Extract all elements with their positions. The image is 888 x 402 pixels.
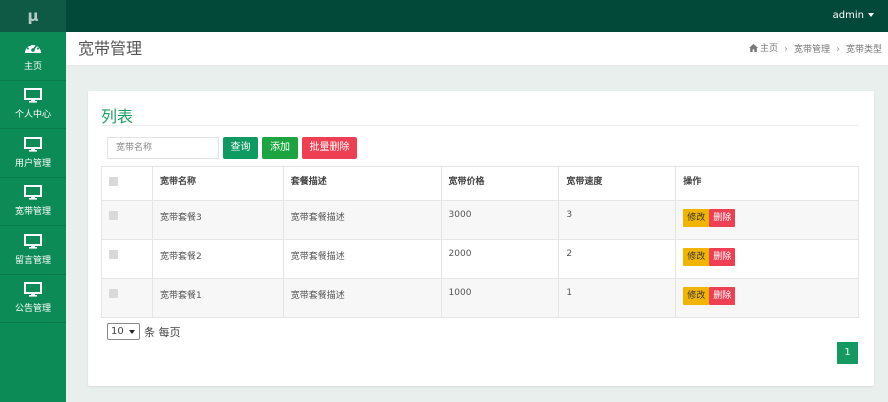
- sidebar-item-label: 个人中心: [14, 110, 51, 121]
- table-cell: [101, 200, 153, 240]
- panel-title: 列表: [101, 107, 134, 126]
- table-cell: 宽带套餐描述: [282, 200, 442, 240]
- sidebar-item-label: 宽带管理: [14, 207, 51, 218]
- breadcrumb-separator-icon: ›: [783, 43, 788, 55]
- row-checkbox[interactable]: [109, 211, 118, 220]
- table-cell: 宽带套餐描述: [282, 278, 442, 318]
- monitor-icon: [24, 88, 42, 103]
- sidebar-item-messages[interactable]: 留言管理: [0, 226, 66, 275]
- dashboard-icon: [24, 40, 42, 55]
- page-size-select[interactable]: 10: [107, 323, 140, 340]
- monitor-icon: [24, 282, 42, 297]
- app-logo: μ: [0, 0, 66, 32]
- table-row: 宽带套餐1 宽带套餐描述 1000 1 修改 删除: [101, 278, 859, 318]
- table-cell: 1: [558, 278, 677, 318]
- header-cell: 操作: [675, 166, 859, 201]
- delete-button[interactable]: 删除: [709, 209, 736, 227]
- breadcrumb-item[interactable]: 宽带管理: [794, 33, 830, 67]
- table-row: 宽带套餐3 宽带套餐描述 3000 3 修改 删除: [101, 200, 859, 240]
- divider: [101, 125, 859, 126]
- table-cell: 宽带套餐1: [151, 278, 284, 318]
- select-all-checkbox[interactable]: [109, 177, 118, 186]
- table-cell: 修改 删除: [675, 200, 859, 240]
- breadcrumb: 主页 › 宽带管理 › 宽带类型: [748, 32, 882, 67]
- delete-button[interactable]: 删除: [709, 248, 736, 266]
- data-table: 宽带名称 套餐描述 宽带价格 宽带速度 操作 宽带套餐3 宽带套餐描述 3000…: [101, 166, 859, 318]
- monitor-icon: [24, 233, 42, 249]
- edit-button[interactable]: 修改: [683, 248, 710, 266]
- breadcrumb-item: 宽带类型: [845, 44, 882, 55]
- home-icon: [748, 33, 758, 67]
- table-cell: [101, 278, 153, 318]
- monitor-icon: [24, 136, 42, 152]
- table-row: 宽带套餐2 宽带套餐描述 2000 2 修改 删除: [101, 239, 859, 279]
- header-cell: 宽带名称: [151, 166, 284, 201]
- sidebar-item-label: 用户管理: [14, 158, 51, 169]
- list-panel: 列表 宽带名称 查询 添加 批量删除 宽带名称 套餐描述 宽带价格 宽带速度 操…: [88, 91, 874, 386]
- table-header: 宽带名称 套餐描述 宽带价格 宽带速度 操作: [101, 166, 859, 201]
- edit-button[interactable]: 修改: [683, 287, 710, 305]
- row-checkbox[interactable]: [109, 250, 118, 259]
- sidebar: 主页 个人中心 用户管理 宽带管理 留言管理 公告管理: [0, 32, 66, 402]
- caret-down-icon: [868, 13, 874, 17]
- breadcrumb-home[interactable]: 主页: [748, 32, 778, 67]
- table-cell: 3: [558, 200, 677, 240]
- table-cell: 宽带套餐2: [151, 239, 284, 279]
- edit-button[interactable]: 修改: [683, 209, 710, 227]
- table-cell: 2000: [440, 239, 560, 279]
- header-cell: [101, 166, 153, 201]
- table-cell: [101, 239, 153, 279]
- sidebar-item-label: 公告管理: [14, 304, 51, 315]
- top-bar: μ admin: [0, 0, 888, 32]
- search-input[interactable]: 宽带名称: [107, 137, 219, 159]
- sidebar-item-broadband[interactable]: 宽带管理: [0, 178, 66, 226]
- header-cell: 套餐描述: [282, 166, 442, 201]
- row-checkbox[interactable]: [109, 289, 118, 298]
- table-cell: 3000: [440, 200, 560, 240]
- sidebar-item-label: 留言管理: [14, 255, 51, 266]
- sidebar-item-profile[interactable]: 个人中心: [0, 81, 66, 129]
- table-cell: 2: [558, 239, 677, 279]
- sidebar-item-home[interactable]: 主页: [0, 32, 66, 81]
- page-title: 宽带管理: [78, 39, 143, 58]
- table-cell: 1000: [440, 278, 560, 318]
- page-size-label: 条 每页: [144, 325, 181, 339]
- table-cell: 宽带套餐描述: [282, 239, 442, 279]
- user-menu[interactable]: admin: [833, 0, 874, 32]
- add-button[interactable]: 添加: [262, 137, 298, 159]
- sidebar-item-notices[interactable]: 公告管理: [0, 275, 66, 323]
- monitor-icon: [24, 185, 42, 200]
- header-cell: 宽带速度: [558, 166, 677, 201]
- delete-button[interactable]: 删除: [709, 287, 736, 305]
- user-name: admin: [832, 10, 864, 21]
- page-header: 宽带管理 主页 › 宽带管理 › 宽带类型: [66, 32, 888, 66]
- table-cell: 修改 删除: [675, 239, 859, 279]
- sidebar-item-label: 主页: [23, 61, 42, 72]
- query-button[interactable]: 查询: [223, 137, 258, 159]
- sidebar-item-users[interactable]: 用户管理: [0, 129, 66, 178]
- page-number-button[interactable]: 1: [837, 342, 858, 364]
- header-cell: 宽带价格: [440, 166, 560, 201]
- table-cell: 修改 删除: [675, 278, 859, 318]
- batch-delete-button[interactable]: 批量删除: [302, 137, 357, 159]
- page-size-control: 10 条 每页: [107, 323, 181, 340]
- breadcrumb-separator-icon: ›: [835, 43, 840, 55]
- table-cell: 宽带套餐3: [151, 200, 284, 240]
